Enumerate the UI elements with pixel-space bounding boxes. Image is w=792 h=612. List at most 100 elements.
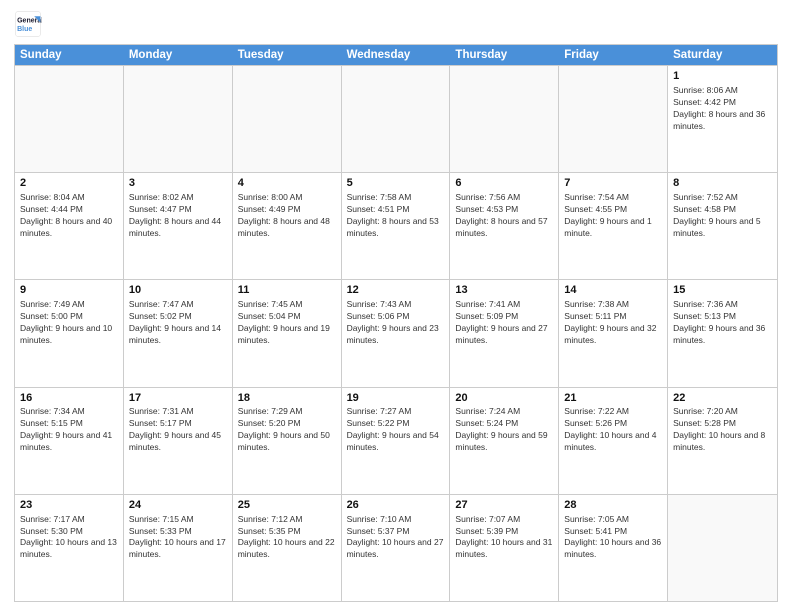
calendar-cell: 19Sunrise: 7:27 AM Sunset: 5:22 PM Dayli… [342, 388, 451, 494]
day-info: Sunrise: 8:06 AM Sunset: 4:42 PM Dayligh… [673, 85, 772, 133]
calendar-cell: 11Sunrise: 7:45 AM Sunset: 5:04 PM Dayli… [233, 280, 342, 386]
calendar-row: 16Sunrise: 7:34 AM Sunset: 5:15 PM Dayli… [15, 387, 777, 494]
day-info: Sunrise: 8:04 AM Sunset: 4:44 PM Dayligh… [20, 192, 118, 240]
day-number: 23 [20, 498, 118, 513]
calendar-cell: 7Sunrise: 7:54 AM Sunset: 4:55 PM Daylig… [559, 173, 668, 279]
day-info: Sunrise: 7:17 AM Sunset: 5:30 PM Dayligh… [20, 514, 118, 562]
day-info: Sunrise: 7:36 AM Sunset: 5:13 PM Dayligh… [673, 299, 772, 347]
day-number: 5 [347, 176, 445, 191]
day-number: 22 [673, 391, 772, 406]
calendar-cell: 28Sunrise: 7:05 AM Sunset: 5:41 PM Dayli… [559, 495, 668, 601]
day-info: Sunrise: 8:00 AM Sunset: 4:49 PM Dayligh… [238, 192, 336, 240]
day-info: Sunrise: 7:22 AM Sunset: 5:26 PM Dayligh… [564, 406, 662, 454]
calendar-cell: 4Sunrise: 8:00 AM Sunset: 4:49 PM Daylig… [233, 173, 342, 279]
day-number: 27 [455, 498, 553, 513]
calendar-body: 1Sunrise: 8:06 AM Sunset: 4:42 PM Daylig… [15, 65, 777, 601]
calendar-cell [559, 66, 668, 172]
calendar-cell: 1Sunrise: 8:06 AM Sunset: 4:42 PM Daylig… [668, 66, 777, 172]
day-number: 20 [455, 391, 553, 406]
day-info: Sunrise: 7:07 AM Sunset: 5:39 PM Dayligh… [455, 514, 553, 562]
calendar-cell: 15Sunrise: 7:36 AM Sunset: 5:13 PM Dayli… [668, 280, 777, 386]
calendar-cell [342, 66, 451, 172]
day-number: 19 [347, 391, 445, 406]
calendar-cell: 21Sunrise: 7:22 AM Sunset: 5:26 PM Dayli… [559, 388, 668, 494]
calendar-cell [668, 495, 777, 601]
day-number: 6 [455, 176, 553, 191]
calendar-row: 23Sunrise: 7:17 AM Sunset: 5:30 PM Dayli… [15, 494, 777, 601]
calendar-cell [15, 66, 124, 172]
day-info: Sunrise: 7:34 AM Sunset: 5:15 PM Dayligh… [20, 406, 118, 454]
day-number: 16 [20, 391, 118, 406]
day-info: Sunrise: 7:43 AM Sunset: 5:06 PM Dayligh… [347, 299, 445, 347]
day-info: Sunrise: 7:45 AM Sunset: 5:04 PM Dayligh… [238, 299, 336, 347]
calendar-cell: 2Sunrise: 8:04 AM Sunset: 4:44 PM Daylig… [15, 173, 124, 279]
calendar-cell: 3Sunrise: 8:02 AM Sunset: 4:47 PM Daylig… [124, 173, 233, 279]
calendar-cell: 17Sunrise: 7:31 AM Sunset: 5:17 PM Dayli… [124, 388, 233, 494]
day-info: Sunrise: 7:24 AM Sunset: 5:24 PM Dayligh… [455, 406, 553, 454]
day-info: Sunrise: 7:31 AM Sunset: 5:17 PM Dayligh… [129, 406, 227, 454]
calendar-cell: 26Sunrise: 7:10 AM Sunset: 5:37 PM Dayli… [342, 495, 451, 601]
calendar-cell: 6Sunrise: 7:56 AM Sunset: 4:53 PM Daylig… [450, 173, 559, 279]
calendar-cell: 14Sunrise: 7:38 AM Sunset: 5:11 PM Dayli… [559, 280, 668, 386]
day-number: 18 [238, 391, 336, 406]
day-number: 1 [673, 69, 772, 84]
calendar: SundayMondayTuesdayWednesdayThursdayFrid… [14, 44, 778, 602]
calendar-cell: 10Sunrise: 7:47 AM Sunset: 5:02 PM Dayli… [124, 280, 233, 386]
calendar-cell: 24Sunrise: 7:15 AM Sunset: 5:33 PM Dayli… [124, 495, 233, 601]
day-info: Sunrise: 7:15 AM Sunset: 5:33 PM Dayligh… [129, 514, 227, 562]
weekday-header: Tuesday [233, 45, 342, 65]
calendar-row: 2Sunrise: 8:04 AM Sunset: 4:44 PM Daylig… [15, 172, 777, 279]
day-number: 12 [347, 283, 445, 298]
day-info: Sunrise: 7:52 AM Sunset: 4:58 PM Dayligh… [673, 192, 772, 240]
day-number: 9 [20, 283, 118, 298]
calendar-cell: 13Sunrise: 7:41 AM Sunset: 5:09 PM Dayli… [450, 280, 559, 386]
logo: General Blue [14, 10, 42, 38]
day-number: 17 [129, 391, 227, 406]
day-info: Sunrise: 7:41 AM Sunset: 5:09 PM Dayligh… [455, 299, 553, 347]
day-number: 21 [564, 391, 662, 406]
day-info: Sunrise: 7:47 AM Sunset: 5:02 PM Dayligh… [129, 299, 227, 347]
day-number: 26 [347, 498, 445, 513]
day-number: 28 [564, 498, 662, 513]
weekday-header: Saturday [668, 45, 777, 65]
calendar-cell [233, 66, 342, 172]
day-number: 8 [673, 176, 772, 191]
calendar-row: 9Sunrise: 7:49 AM Sunset: 5:00 PM Daylig… [15, 279, 777, 386]
logo-icon: General Blue [14, 10, 42, 38]
day-info: Sunrise: 7:58 AM Sunset: 4:51 PM Dayligh… [347, 192, 445, 240]
calendar-cell: 20Sunrise: 7:24 AM Sunset: 5:24 PM Dayli… [450, 388, 559, 494]
day-number: 4 [238, 176, 336, 191]
day-number: 13 [455, 283, 553, 298]
calendar-cell: 16Sunrise: 7:34 AM Sunset: 5:15 PM Dayli… [15, 388, 124, 494]
weekday-header: Sunday [15, 45, 124, 65]
weekday-header: Monday [124, 45, 233, 65]
weekday-header: Friday [559, 45, 668, 65]
day-info: Sunrise: 7:27 AM Sunset: 5:22 PM Dayligh… [347, 406, 445, 454]
day-number: 25 [238, 498, 336, 513]
calendar-cell [124, 66, 233, 172]
day-info: Sunrise: 7:12 AM Sunset: 5:35 PM Dayligh… [238, 514, 336, 562]
weekday-header: Thursday [450, 45, 559, 65]
day-info: Sunrise: 7:29 AM Sunset: 5:20 PM Dayligh… [238, 406, 336, 454]
calendar-row: 1Sunrise: 8:06 AM Sunset: 4:42 PM Daylig… [15, 65, 777, 172]
day-number: 15 [673, 283, 772, 298]
day-number: 7 [564, 176, 662, 191]
day-info: Sunrise: 7:20 AM Sunset: 5:28 PM Dayligh… [673, 406, 772, 454]
weekday-header: Wednesday [342, 45, 451, 65]
calendar-header: SundayMondayTuesdayWednesdayThursdayFrid… [15, 45, 777, 65]
day-number: 24 [129, 498, 227, 513]
svg-text:Blue: Blue [17, 26, 32, 33]
calendar-cell: 27Sunrise: 7:07 AM Sunset: 5:39 PM Dayli… [450, 495, 559, 601]
page: General Blue SundayMondayTuesdayWednesda… [0, 0, 792, 612]
calendar-cell: 18Sunrise: 7:29 AM Sunset: 5:20 PM Dayli… [233, 388, 342, 494]
day-number: 11 [238, 283, 336, 298]
day-number: 2 [20, 176, 118, 191]
day-info: Sunrise: 7:10 AM Sunset: 5:37 PM Dayligh… [347, 514, 445, 562]
header: General Blue [14, 10, 778, 38]
day-info: Sunrise: 7:05 AM Sunset: 5:41 PM Dayligh… [564, 514, 662, 562]
day-info: Sunrise: 7:38 AM Sunset: 5:11 PM Dayligh… [564, 299, 662, 347]
calendar-cell: 23Sunrise: 7:17 AM Sunset: 5:30 PM Dayli… [15, 495, 124, 601]
day-info: Sunrise: 7:49 AM Sunset: 5:00 PM Dayligh… [20, 299, 118, 347]
day-number: 10 [129, 283, 227, 298]
day-info: Sunrise: 7:54 AM Sunset: 4:55 PM Dayligh… [564, 192, 662, 240]
